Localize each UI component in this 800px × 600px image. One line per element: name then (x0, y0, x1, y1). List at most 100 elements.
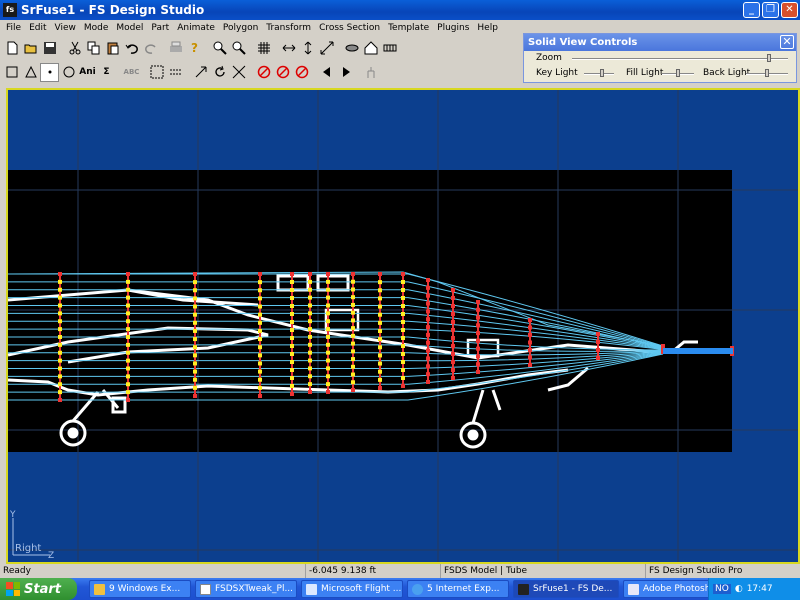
vertex-marker[interactable] (401, 296, 405, 300)
vertex-marker[interactable] (351, 372, 355, 377)
vertex-marker[interactable] (290, 272, 294, 276)
vertex-marker[interactable] (426, 293, 430, 298)
vertex-marker[interactable] (126, 295, 130, 300)
vertex-marker[interactable] (193, 377, 197, 382)
vertex-marker[interactable] (290, 376, 294, 380)
fill-light-slider[interactable] (662, 69, 694, 77)
no-rotate-icon[interactable] (273, 63, 292, 82)
vertex-marker[interactable] (290, 304, 294, 308)
vertex-marker[interactable] (290, 312, 294, 316)
vertex-marker[interactable] (126, 382, 130, 387)
zoom-slider-thumb[interactable] (767, 54, 772, 62)
vertex-marker[interactable] (290, 360, 294, 364)
vertex-marker[interactable] (351, 380, 355, 385)
vertex-marker[interactable] (326, 342, 330, 347)
vertex-marker[interactable] (528, 340, 532, 345)
menu-template[interactable]: Template (384, 23, 433, 33)
vertex-marker[interactable] (401, 328, 405, 332)
vertex-marker[interactable] (308, 358, 312, 363)
align-x-icon[interactable] (279, 39, 298, 58)
text-tool-icon[interactable]: ABC (122, 63, 141, 82)
taskbar-item-fs-design-studio[interactable]: SrFuse1 - FS De... (513, 580, 619, 598)
menu-model[interactable]: Model (112, 23, 147, 33)
vertex-marker[interactable] (58, 319, 62, 324)
vertex-marker[interactable] (351, 357, 355, 362)
measure-icon[interactable] (166, 63, 185, 82)
vertex-marker[interactable] (290, 344, 294, 348)
vertex-marker[interactable] (308, 279, 312, 284)
vertex-marker[interactable] (476, 338, 480, 343)
menu-mode[interactable]: Mode (80, 23, 113, 33)
vertex-marker[interactable] (290, 384, 294, 388)
vertex-marker[interactable] (193, 361, 197, 366)
vertex-marker[interactable] (58, 374, 62, 379)
vertex-marker[interactable] (426, 332, 430, 337)
vertex-marker[interactable] (58, 342, 62, 347)
vertex-marker[interactable] (58, 382, 62, 387)
vertex-marker[interactable] (308, 319, 312, 324)
vertex-marker[interactable] (326, 382, 330, 387)
vertex-marker[interactable] (308, 334, 312, 339)
vertex-marker[interactable] (193, 345, 197, 350)
vertex-marker[interactable] (401, 280, 405, 284)
redo-icon[interactable] (141, 39, 160, 58)
vertex-marker[interactable] (401, 376, 405, 380)
vertex-marker[interactable] (378, 296, 382, 301)
vertex-marker[interactable] (426, 348, 430, 353)
vertex-marker[interactable] (193, 337, 197, 342)
vertex-marker[interactable] (126, 272, 130, 276)
vertex-marker[interactable] (258, 353, 262, 358)
vertex-marker[interactable] (378, 369, 382, 374)
vertex-marker[interactable] (308, 366, 312, 371)
vertex-marker[interactable] (126, 335, 130, 339)
vertex-marker[interactable] (401, 304, 405, 308)
vertex-marker[interactable] (126, 350, 130, 355)
vertex-marker[interactable] (426, 340, 430, 345)
vertex-marker[interactable] (193, 296, 197, 301)
vertex-marker[interactable] (378, 288, 382, 293)
vertex-marker[interactable] (426, 380, 430, 384)
vertex-marker[interactable] (426, 317, 430, 322)
menu-animate[interactable]: Animate (173, 23, 219, 33)
vertex-marker[interactable] (426, 372, 430, 377)
start-button[interactable]: Start (0, 578, 77, 600)
vertex-marker[interactable] (401, 272, 405, 276)
vertex-marker[interactable] (476, 307, 480, 312)
vertex-marker[interactable] (596, 332, 600, 336)
vertex-marker[interactable] (451, 336, 455, 340)
vertex-marker[interactable] (378, 329, 382, 333)
vertex-marker[interactable] (258, 288, 262, 293)
vertex-marker[interactable] (351, 388, 355, 392)
vertex-marker[interactable] (378, 377, 382, 382)
back-light-slider-thumb[interactable] (765, 69, 769, 77)
panel-header[interactable]: Solid View Controls ✕ (524, 34, 796, 51)
fill-light-slider-thumb[interactable] (676, 69, 680, 77)
vertex-marker[interactable] (351, 287, 355, 292)
vertex-marker[interactable] (451, 304, 455, 308)
vertex-marker[interactable] (401, 312, 405, 316)
vertex-marker[interactable] (58, 390, 62, 395)
vertex-marker[interactable] (258, 394, 262, 398)
menu-help[interactable]: Help (473, 23, 502, 33)
animation-button[interactable]: Ani (78, 63, 97, 82)
vertex-marker[interactable] (308, 295, 312, 300)
vertex-marker[interactable] (351, 349, 355, 354)
vertex-marker[interactable] (401, 344, 405, 348)
vertex-marker[interactable] (426, 278, 430, 282)
vertex-marker[interactable] (351, 364, 355, 369)
vertex-marker[interactable] (476, 362, 480, 367)
vertex-marker[interactable] (378, 345, 382, 350)
vertex-marker[interactable] (308, 350, 312, 355)
vertex-marker[interactable] (451, 288, 455, 292)
vertex-marker[interactable] (378, 386, 382, 390)
vertex-marker[interactable] (58, 350, 62, 355)
back-light-slider[interactable] (746, 69, 788, 77)
grid-icon[interactable] (254, 39, 273, 58)
vertex-marker[interactable] (193, 353, 197, 358)
taskbar-item-windows-explorer[interactable]: 9 Windows Ex... (89, 580, 191, 598)
vertex-marker[interactable] (308, 342, 312, 347)
circle-icon[interactable] (59, 63, 78, 82)
vertex-marker[interactable] (290, 392, 294, 396)
vertex-marker[interactable] (378, 320, 382, 325)
scale-icon[interactable] (229, 63, 248, 82)
